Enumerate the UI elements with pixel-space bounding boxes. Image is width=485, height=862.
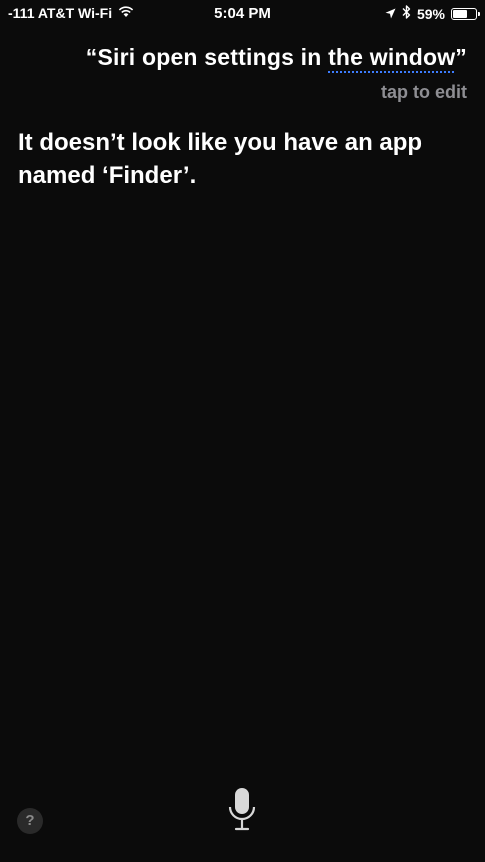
microphone-icon (222, 788, 262, 838)
tap-to-edit-link[interactable]: tap to edit (381, 82, 467, 103)
location-arrow-icon (385, 6, 396, 22)
query-underlined-text: the window (328, 44, 456, 70)
battery-icon (451, 7, 480, 20)
microphone-button[interactable] (222, 786, 262, 834)
query-prefix: “Siri open settings in (85, 44, 329, 70)
siri-query[interactable]: “Siri open settings in the window” (86, 44, 467, 71)
query-suffix: ” (455, 44, 467, 70)
status-right: 59% (385, 5, 480, 22)
status-bar: -111 AT&T Wi-Fi 5:04 PM 59% (0, 0, 485, 28)
help-button[interactable]: ? (17, 808, 43, 834)
siri-response: It doesn’t look like you have an app nam… (18, 129, 423, 189)
battery-percent: 59% (416, 5, 445, 22)
bluetooth-icon (402, 5, 411, 22)
battery-level (453, 9, 468, 18)
